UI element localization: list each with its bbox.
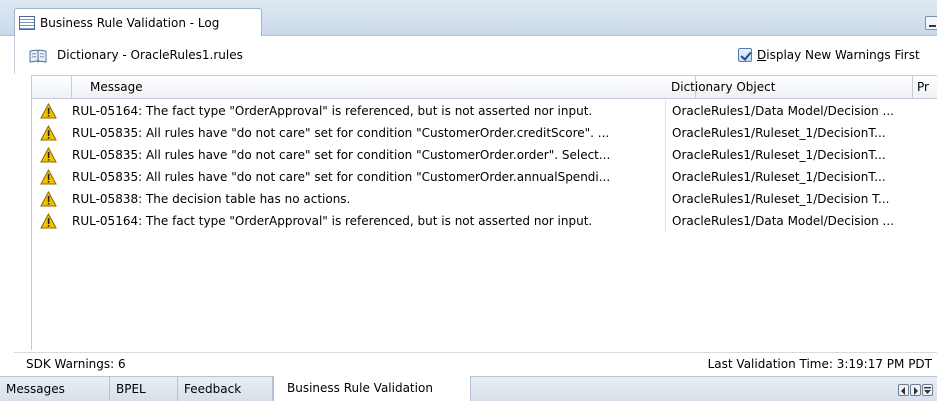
table-row[interactable]: RUL-05838: The decision table has no act… bbox=[32, 188, 937, 210]
row-message: RUL-05835: All rules have "do not care" … bbox=[72, 126, 610, 140]
row-dictionary-object: OracleRules1/Ruleset_1/Decision T... bbox=[665, 188, 913, 210]
tab-title: Business Rule Validation - Log bbox=[40, 15, 220, 30]
tab-bpel[interactable]: BPEL bbox=[110, 377, 178, 401]
row-dictionary-object: OracleRules1/Ruleset_1/DecisionT... bbox=[665, 122, 913, 144]
warning-icon bbox=[40, 191, 57, 207]
table-row[interactable]: RUL-05835: All rules have "do not care" … bbox=[32, 166, 937, 188]
column-header-pr[interactable]: Pr bbox=[913, 76, 937, 99]
book-icon bbox=[29, 49, 47, 63]
table-row[interactable]: RUL-05835: All rules have "do not care" … bbox=[32, 144, 937, 166]
warnings-table: Message Dictionary Object Pr RUL-05164: … bbox=[31, 75, 937, 350]
warning-icon bbox=[40, 213, 57, 229]
row-message: RUL-05838: The decision table has no act… bbox=[72, 192, 351, 206]
table-row[interactable]: RUL-05164: The fact type "OrderApproval"… bbox=[32, 210, 937, 232]
row-dictionary-object: OracleRules1/Ruleset_1/DecisionT... bbox=[665, 166, 913, 188]
column-header-message[interactable]: Message bbox=[72, 76, 696, 99]
row-message: RUL-05164: The fact type "OrderApproval"… bbox=[72, 104, 593, 118]
chevron-down-icon bbox=[924, 387, 931, 394]
tab-business-rule-validation-log[interactable]: Business Rule Validation - Log bbox=[14, 8, 262, 36]
table-header: Message Dictionary Object Pr bbox=[32, 76, 937, 99]
warning-icon bbox=[40, 169, 57, 185]
row-dictionary-object: OracleRules1/Data Model/Decision ... bbox=[665, 100, 913, 122]
chevron-left-icon bbox=[901, 387, 905, 395]
scroll-left-icon[interactable] bbox=[898, 384, 909, 396]
dictionary-label: Dictionary - OracleRules1.rules bbox=[57, 48, 243, 62]
row-message: RUL-05164: The fact type "OrderApproval"… bbox=[72, 214, 593, 228]
table-row[interactable]: RUL-05835: All rules have "do not care" … bbox=[32, 122, 937, 144]
column-header-icon[interactable] bbox=[32, 76, 72, 99]
tab-strip: Business Rule Validation - Log bbox=[0, 0, 937, 36]
dictionary-bar: Dictionary - OracleRules1.rules Display … bbox=[14, 36, 937, 74]
row-message: RUL-05835: All rules have "do not care" … bbox=[72, 170, 611, 184]
last-validation-time: Last Validation Time: 3:19:17 PM PDT bbox=[707, 357, 932, 371]
minimize-icon[interactable] bbox=[925, 16, 937, 30]
tab-list-dropdown[interactable] bbox=[922, 384, 933, 396]
column-header-dictionary-object[interactable]: Dictionary Object bbox=[665, 76, 913, 99]
log-window: Business Rule Validation - Log Dictionar… bbox=[0, 0, 937, 401]
warning-icon bbox=[40, 125, 57, 141]
sdk-warnings-count: SDK Warnings: 6 bbox=[26, 357, 126, 371]
table-row[interactable]: RUL-05164: The fact type "OrderApproval"… bbox=[32, 100, 937, 122]
row-dictionary-object: OracleRules1/Data Model/Decision ... bbox=[665, 210, 913, 232]
row-dictionary-object: OracleRules1/Ruleset_1/DecisionT... bbox=[665, 144, 913, 166]
bottom-tab-bar: Messages BPEL Feedback Business Rule Val… bbox=[0, 376, 937, 401]
warning-icon bbox=[40, 147, 57, 163]
display-new-warnings-first-label[interactable]: Display New Warnings First bbox=[757, 48, 920, 62]
row-message: RUL-05835: All rules have "do not care" … bbox=[72, 148, 611, 162]
warning-icon bbox=[40, 103, 57, 119]
status-bar: SDK Warnings: 6 Last Validation Time: 3:… bbox=[14, 352, 937, 374]
tab-business-rule-validation[interactable]: Business Rule Validation bbox=[273, 376, 471, 401]
tab-messages[interactable]: Messages bbox=[0, 377, 110, 401]
chevron-right-icon bbox=[914, 387, 918, 395]
log-list-icon bbox=[19, 15, 35, 30]
scroll-right-icon[interactable] bbox=[910, 384, 921, 396]
tab-feedback[interactable]: Feedback bbox=[178, 377, 273, 401]
display-new-warnings-first-checkbox[interactable] bbox=[738, 48, 752, 62]
